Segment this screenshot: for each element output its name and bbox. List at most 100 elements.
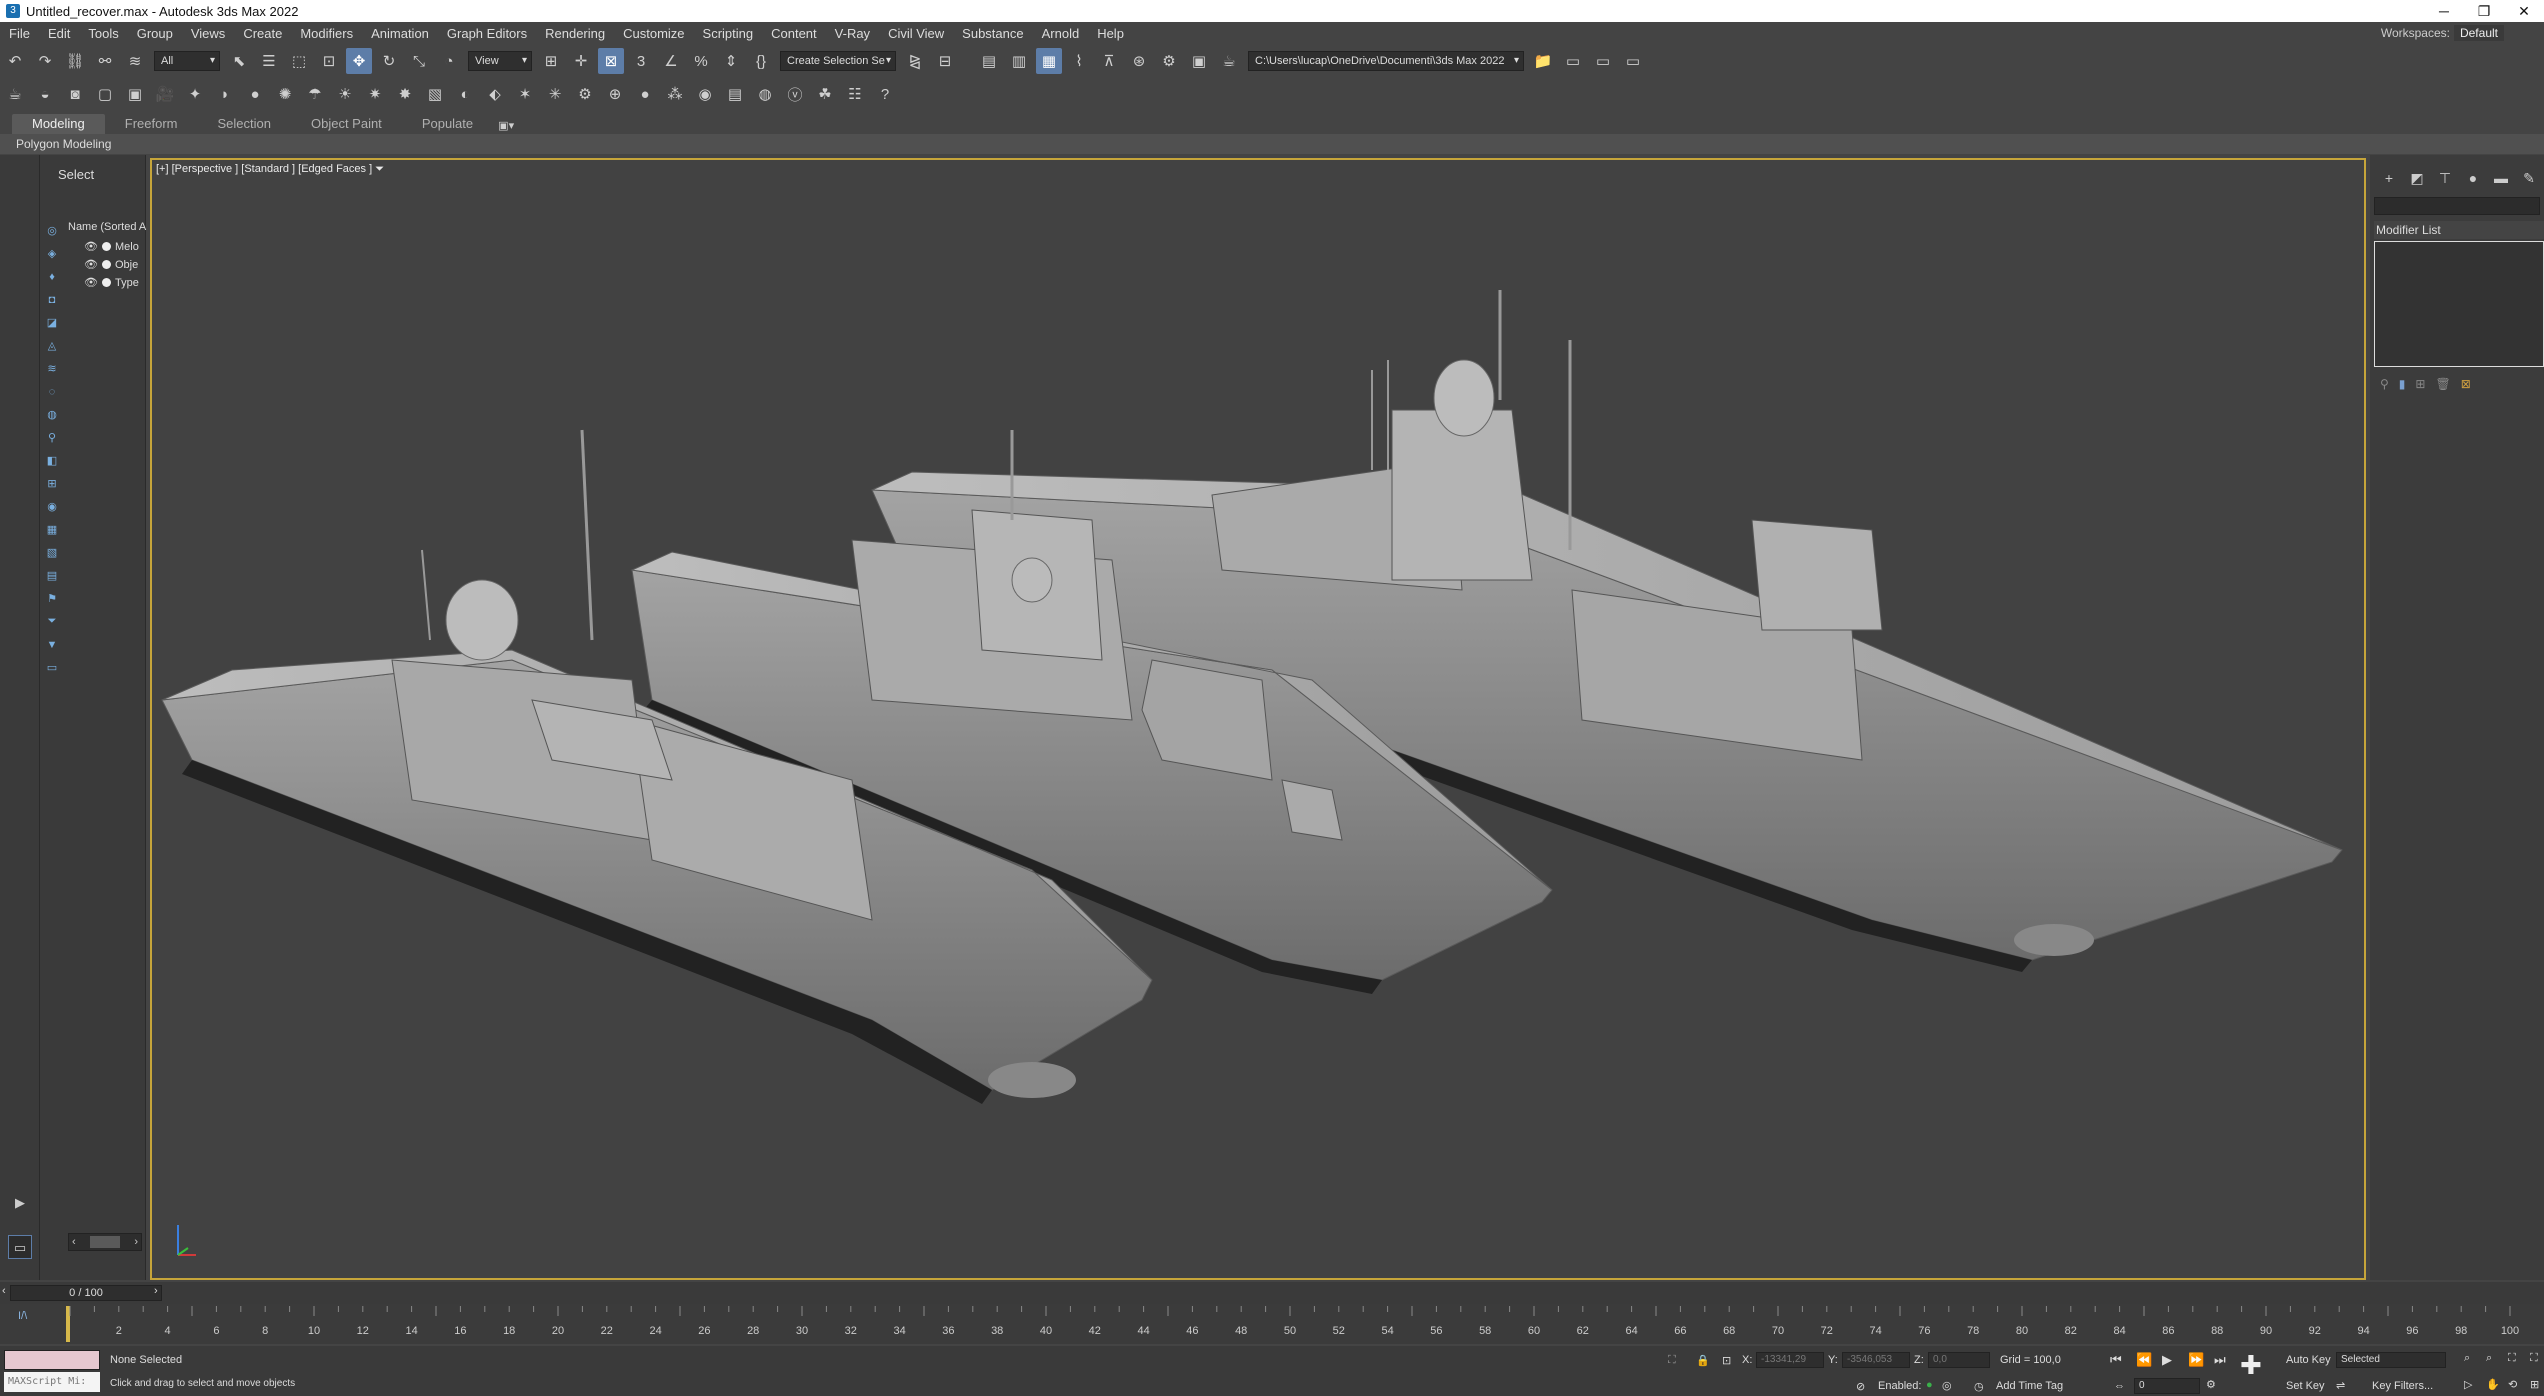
- menu-item-tools[interactable]: Tools: [79, 22, 127, 45]
- play-icon[interactable]: ▶: [2162, 1352, 2172, 1368]
- set-key-big-icon[interactable]: ✚: [2240, 1350, 2262, 1381]
- menu-item-substance[interactable]: Substance: [953, 22, 1032, 45]
- field-of-view-icon[interactable]: ▷: [2464, 1378, 2472, 1391]
- current-frame-field[interactable]: 0: [2134, 1378, 2200, 1394]
- expand-arrow-icon[interactable]: ▶: [8, 1191, 32, 1215]
- ribbon-tab-freeform[interactable]: Freeform: [105, 114, 198, 134]
- visibility-eye-icon[interactable]: 👁: [84, 276, 98, 289]
- vray-sun-icon[interactable]: ☀: [332, 81, 358, 107]
- rect-selection-icon[interactable]: ⬚: [286, 48, 312, 74]
- x-coordinate-field[interactable]: -13341,29: [1756, 1352, 1824, 1368]
- display-none-icon[interactable]: ◎: [42, 219, 62, 242]
- orbit-icon[interactable]: ⟲: [2508, 1378, 2517, 1391]
- vray-plane-icon[interactable]: ◐: [452, 81, 478, 107]
- display-all-icon[interactable]: ▦: [42, 518, 62, 541]
- add-time-tag[interactable]: Add Time Tag: [1996, 1380, 2063, 1392]
- time-slider-left-icon[interactable]: ‹: [2, 1285, 6, 1297]
- maxscript-mini-listener[interactable]: MAXScript Mi:: [4, 1372, 100, 1392]
- ribbon-tab-modeling[interactable]: Modeling: [12, 114, 105, 134]
- vray-fb-icon[interactable]: ▤: [722, 81, 748, 107]
- help-icon[interactable]: ?: [872, 81, 898, 107]
- next-frame-icon[interactable]: ⏩: [2188, 1352, 2204, 1368]
- remove-modifier-icon[interactable]: 🗑: [2435, 377, 2450, 391]
- rotate-icon[interactable]: ↻: [376, 48, 402, 74]
- align-icon[interactable]: ⊟: [932, 48, 958, 74]
- display-hidden-icon[interactable]: ◉: [42, 495, 62, 518]
- display-children-icon[interactable]: ▤: [42, 564, 62, 587]
- vray-clipper-icon[interactable]: ⚙: [572, 81, 598, 107]
- ribbon-tab-selection[interactable]: Selection: [198, 114, 291, 134]
- modify-tab-icon[interactable]: ◩: [2406, 167, 2428, 189]
- menu-item-animation[interactable]: Animation: [362, 22, 438, 45]
- open-project-icon[interactable]: ▭: [1560, 48, 1586, 74]
- freeze-icon[interactable]: [101, 278, 111, 287]
- select-by-name-icon[interactable]: ☰: [256, 48, 282, 74]
- menu-item-file[interactable]: File: [0, 22, 39, 45]
- filter-active-icon[interactable]: ▼: [42, 633, 62, 656]
- go-to-start-icon[interactable]: ⏮: [2110, 1352, 2122, 1368]
- layer-explorer-icon[interactable]: ▥: [1006, 48, 1032, 74]
- ribbon-options-icon[interactable]: ▣▾: [495, 116, 517, 134]
- pivot-center-icon[interactable]: ⊞: [538, 48, 564, 74]
- reference-coord-dropdown[interactable]: View: [468, 51, 532, 71]
- key-mode-toggle-icon[interactable]: ⇌: [2336, 1379, 2345, 1392]
- adaptive-degradation-icon[interactable]: ⊘: [1856, 1380, 1865, 1393]
- ribbon-subpanel[interactable]: Polygon Modeling: [0, 134, 2544, 154]
- render-icon[interactable]: ☕: [1216, 48, 1242, 74]
- snaps-toggle-icon[interactable]: 3: [628, 48, 654, 74]
- configure-sets-icon[interactable]: ⊠: [2461, 377, 2471, 391]
- viewport-filter-icon[interactable]: ⏷: [375, 163, 384, 175]
- material-editor-icon[interactable]: ⊛: [1126, 48, 1152, 74]
- maximize-viewport-icon[interactable]: ⊞: [2530, 1378, 2539, 1391]
- menu-item-v-ray[interactable]: V-Ray: [826, 22, 879, 45]
- utilities-tab-icon[interactable]: ✎: [2518, 167, 2540, 189]
- enabled-toggle-icon[interactable]: ◎: [1942, 1379, 1952, 1392]
- display-geometry-icon[interactable]: ◈: [42, 242, 62, 265]
- freeze-icon[interactable]: [101, 242, 111, 251]
- menu-item-create[interactable]: Create: [234, 22, 291, 45]
- display-frozen-icon[interactable]: ⊞: [42, 472, 62, 495]
- time-tag-icon[interactable]: ◷: [1974, 1380, 1984, 1393]
- menu-item-graph-editors[interactable]: Graph Editors: [438, 22, 536, 45]
- shapes-icon[interactable]: ◒: [32, 81, 58, 107]
- minimize-icon[interactable]: ─: [2424, 0, 2464, 22]
- isolate-icon[interactable]: ⛶: [1668, 1354, 1676, 1367]
- ribbon-tab-populate[interactable]: Populate: [402, 114, 493, 134]
- set-key-button[interactable]: Set Key: [2286, 1380, 2325, 1392]
- vray-decal-icon[interactable]: ✶: [512, 81, 538, 107]
- key-mode-icon[interactable]: ⇔: [2114, 1380, 2125, 1392]
- link-icon[interactable]: ⛓: [62, 48, 88, 74]
- vray-list-icon[interactable]: ☷: [842, 81, 868, 107]
- ship-models-render[interactable]: [152, 160, 2366, 1280]
- list-item[interactable]: 👁 Obje: [84, 258, 138, 272]
- previous-frame-icon[interactable]: ⏪: [2136, 1352, 2152, 1368]
- track-bar[interactable]: I/\ 2 4 6 8 10 12 14 16 18 20 22 24 26 28 30 32 34 36 38 40…: [0, 1304, 2544, 1344]
- viewport-label-text[interactable]: [+] [Perspective ] [Standard ] [Edged Fa…: [156, 163, 372, 175]
- key-filters-button[interactable]: Key Filters...: [2372, 1380, 2433, 1392]
- object-name-field[interactable]: [2374, 197, 2540, 215]
- menu-item-customize[interactable]: Customize: [614, 22, 693, 45]
- spinner-snap-icon[interactable]: ⇕: [718, 48, 744, 74]
- track-bar-toggle[interactable]: I/\: [18, 1310, 27, 1322]
- teapot-icon[interactable]: ☕: [2, 81, 28, 107]
- display-containers-icon[interactable]: ◧: [42, 449, 62, 472]
- modifier-stack[interactable]: [2374, 241, 2544, 367]
- zoom-icon[interactable]: ⌕: [2464, 1352, 2470, 1365]
- menu-item-rendering[interactable]: Rendering: [536, 22, 614, 45]
- toggle-ribbon-icon[interactable]: ▦: [1036, 48, 1062, 74]
- horizontal-scrollbar[interactable]: ‹ ›: [68, 1233, 142, 1251]
- display-xrefs-icon[interactable]: ◍: [42, 403, 62, 426]
- vray-fur-icon[interactable]: ▧: [422, 81, 448, 107]
- display-influences-icon[interactable]: ⚑: [42, 587, 62, 610]
- vray-mesh-icon[interactable]: ⬖: [482, 81, 508, 107]
- ribbon-tab-object-paint[interactable]: Object Paint: [291, 114, 402, 134]
- move-icon[interactable]: ✥: [346, 48, 372, 74]
- vray-convert-icon[interactable]: ◉: [692, 81, 718, 107]
- lock-selection-icon[interactable]: 🔒: [1696, 1354, 1710, 1367]
- bind-spacewarp-icon[interactable]: ≋: [122, 48, 148, 74]
- time-slider-right-icon[interactable]: ›: [154, 1285, 158, 1297]
- vray-material-icon[interactable]: ●: [632, 81, 658, 107]
- vray-ambient-icon[interactable]: ☂: [302, 81, 328, 107]
- camera-icon[interactable]: ◙: [62, 81, 88, 107]
- display-bones-icon[interactable]: ⚲: [42, 426, 62, 449]
